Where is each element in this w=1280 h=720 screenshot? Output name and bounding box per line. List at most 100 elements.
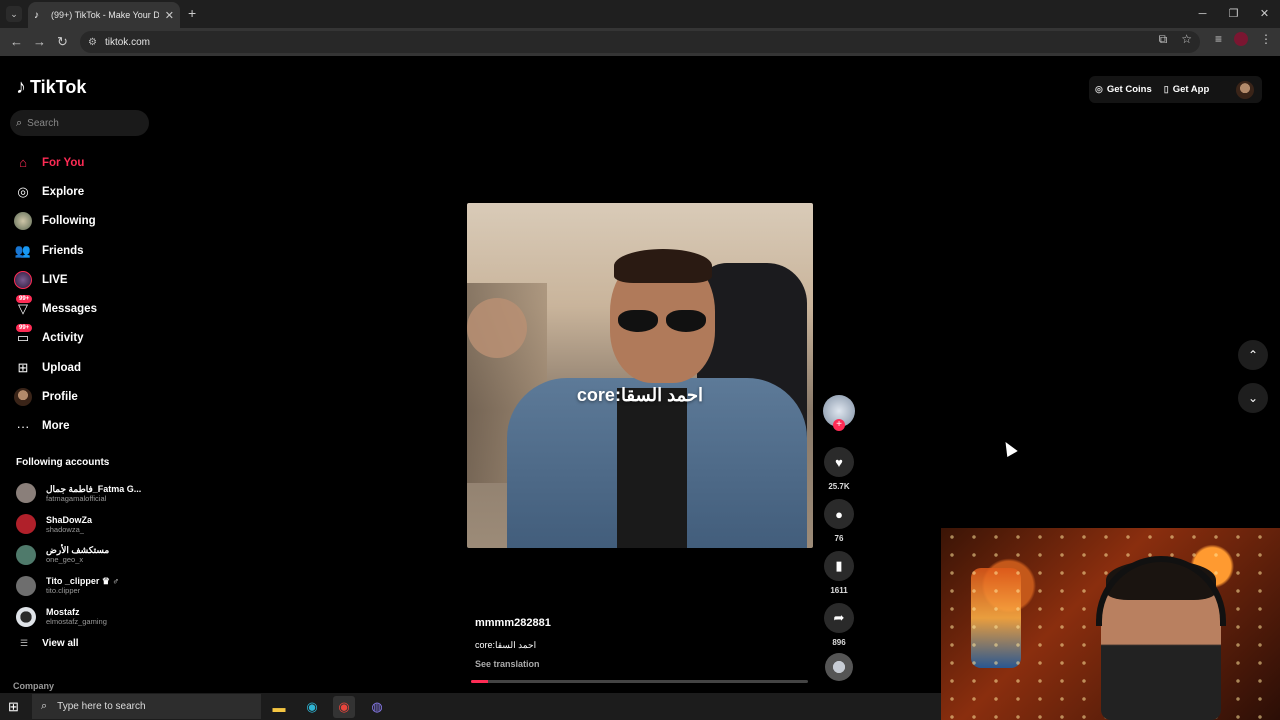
video-player[interactable]: core:احمد السقا <box>467 203 813 548</box>
nav-label: Profile <box>42 391 78 404</box>
nav-messages[interactable]: ▽ 99+ Messages <box>14 294 97 323</box>
share-action[interactable]: ➦ 896 <box>823 603 855 647</box>
new-tab-icon[interactable]: + <box>188 5 196 21</box>
account-item[interactable]: Tito _clipper ♛ ♂ tito.clipper <box>16 570 141 601</box>
restore-icon[interactable]: ❐ <box>1218 0 1249 28</box>
nav-following[interactable]: Following <box>14 207 97 236</box>
tab-close-icon[interactable]: ✕ <box>165 9 174 22</box>
activity-icon: ▭ 99+ <box>14 324 33 347</box>
discord-icon[interactable]: ◍ <box>366 696 388 718</box>
nav-label: More <box>42 420 70 433</box>
search-box[interactable]: ⌕ <box>10 110 149 136</box>
more-icon: ··· <box>16 418 30 434</box>
forward-icon[interactable]: → <box>33 34 46 49</box>
nav-activity[interactable]: ▭ 99+ Activity <box>14 324 97 353</box>
window-close-icon[interactable]: ✕ <box>1249 0 1280 28</box>
get-coins-button[interactable]: ◎ Get Coins <box>1089 84 1158 95</box>
browser-profile-avatar[interactable] <box>1234 32 1248 46</box>
heart-icon[interactable]: ♥ <box>824 447 854 477</box>
tab-search-chevron-icon[interactable]: ⌄ <box>6 6 22 22</box>
comment-action[interactable]: ● 76 <box>823 499 855 543</box>
account-item[interactable]: مستكشف الأرض one_geo_x <box>16 540 141 571</box>
nav-label: Following <box>42 215 96 228</box>
profile-avatar <box>14 388 32 407</box>
video-description: core:احمد السقا <box>475 640 537 650</box>
install-app-icon[interactable]: ⧉ <box>1159 32 1168 47</box>
nav-label: For You <box>42 156 85 169</box>
bookmark-icon[interactable]: ▮ <box>824 551 854 581</box>
like-action[interactable]: ♥ 25.7K <box>823 447 855 491</box>
account-item[interactable]: ShaDowZa shadowza_ <box>16 509 141 540</box>
video-hand <box>467 298 527 358</box>
search-input[interactable] <box>27 117 138 129</box>
tiktok-logo[interactable]: ♪ TikTok <box>16 76 86 99</box>
company-link[interactable]: Company <box>13 681 54 691</box>
browser-tab[interactable]: ♪ (99+) TikTok - Make Your Day ✕ <box>28 2 180 28</box>
account-item[interactable]: فاطمة جمال_Fatma G... fatmagamalofficial <box>16 478 141 509</box>
edge-icon[interactable]: ◉ <box>301 696 323 718</box>
account-handle: elmostafz_gaming <box>46 617 107 627</box>
account-avatar <box>16 606 36 627</box>
mouse-cursor-icon <box>1000 438 1018 458</box>
nav-label: LIVE <box>42 273 68 286</box>
share-icon[interactable]: ➦ <box>824 603 854 633</box>
compass-icon: ◎ <box>17 183 29 199</box>
taskbar-search[interactable]: ⌕ Type here to search <box>32 694 261 719</box>
bookmark-star-icon[interactable]: ☆ <box>1181 32 1192 47</box>
share-count: 896 <box>832 638 846 647</box>
video-username[interactable]: mmmm282881 <box>475 617 815 629</box>
comment-icon[interactable]: ● <box>824 499 854 529</box>
file-explorer-icon[interactable]: ▬ <box>268 696 290 718</box>
tiktok-favicon-icon: ♪ <box>34 9 39 21</box>
upload-icon: ⊞ <box>17 359 29 375</box>
nav-more[interactable]: ··· More <box>14 412 97 441</box>
account-name: مستكشف الأرض <box>46 545 110 556</box>
webcam-overlay <box>941 528 1280 720</box>
nav-explore[interactable]: ◎ Explore <box>14 177 97 206</box>
see-translation-link[interactable]: See translation <box>475 659 815 669</box>
nav-for-you[interactable]: ⌂ For You <box>14 148 97 177</box>
windows-start-icon[interactable]: ⊞ <box>8 699 19 715</box>
user-avatar[interactable] <box>1236 80 1254 99</box>
following-avatar <box>14 212 32 231</box>
account-avatar <box>16 514 36 535</box>
get-app-button[interactable]: ▯ Get App <box>1158 84 1216 95</box>
header-actions: ◎ Get Coins ▯ Get App <box>1089 76 1262 103</box>
account-handle: one_geo_x <box>46 555 84 565</box>
nav-profile[interactable]: Profile <box>14 382 97 411</box>
nav-upload[interactable]: ⊞ Upload <box>14 353 97 382</box>
logo-text: TikTok <box>30 77 87 97</box>
messages-badge: 99+ <box>16 295 33 304</box>
previous-video-chevron-up-icon[interactable]: ⌃ <box>1238 340 1268 370</box>
home-icon: ⌂ <box>19 155 27 171</box>
nav-label: Friends <box>42 244 84 257</box>
creator-avatar[interactable]: + <box>823 395 855 431</box>
music-disc-icon[interactable] <box>825 653 853 681</box>
nav-live[interactable]: LIVE <box>14 265 97 294</box>
chrome-icon[interactable]: ◉ <box>333 696 355 718</box>
follow-plus-icon[interactable]: + <box>833 419 845 431</box>
minimize-icon[interactable]: ─ <box>1187 0 1218 28</box>
video-progress-bar[interactable] <box>471 680 808 683</box>
account-avatar <box>16 483 36 504</box>
nav-friends[interactable]: 👥 Friends <box>14 236 97 265</box>
windows-taskbar: ⊞ ⌕ Type here to search ▬ ◉ ◉ ◍ <box>0 693 941 720</box>
account-handle: shadowza_ <box>46 524 84 534</box>
address-bar[interactable]: ⚙ tiktok.com <box>80 31 1200 53</box>
messages-icon: ▽ 99+ <box>14 295 33 318</box>
browser-menu-icon[interactable]: ⋮ <box>1260 32 1272 46</box>
next-video-chevron-down-icon[interactable]: ⌄ <box>1238 383 1268 413</box>
back-icon[interactable]: ← <box>10 34 23 49</box>
site-info-icon[interactable]: ⚙ <box>88 37 97 48</box>
search-icon: ⌕ <box>16 116 23 129</box>
live-avatar <box>14 270 32 289</box>
browser-tab-bar: ⌄ ♪ (99+) TikTok - Make Your Day ✕ + ─ ❐… <box>0 0 1280 28</box>
action-rail: + ♥ 25.7K ● 76 ▮ 1611 ➦ 896 <box>823 395 855 681</box>
reload-icon[interactable]: ↻ <box>57 34 68 50</box>
account-handle: tito.clipper <box>46 586 81 596</box>
video-person-hair <box>614 249 712 283</box>
media-controls-icon[interactable]: ≡ <box>1215 32 1222 46</box>
view-all-link[interactable]: ☰ View all <box>20 638 79 649</box>
save-action[interactable]: ▮ 1611 <box>823 551 855 595</box>
account-item[interactable]: Mostafz elmostafz_gaming <box>16 601 141 632</box>
